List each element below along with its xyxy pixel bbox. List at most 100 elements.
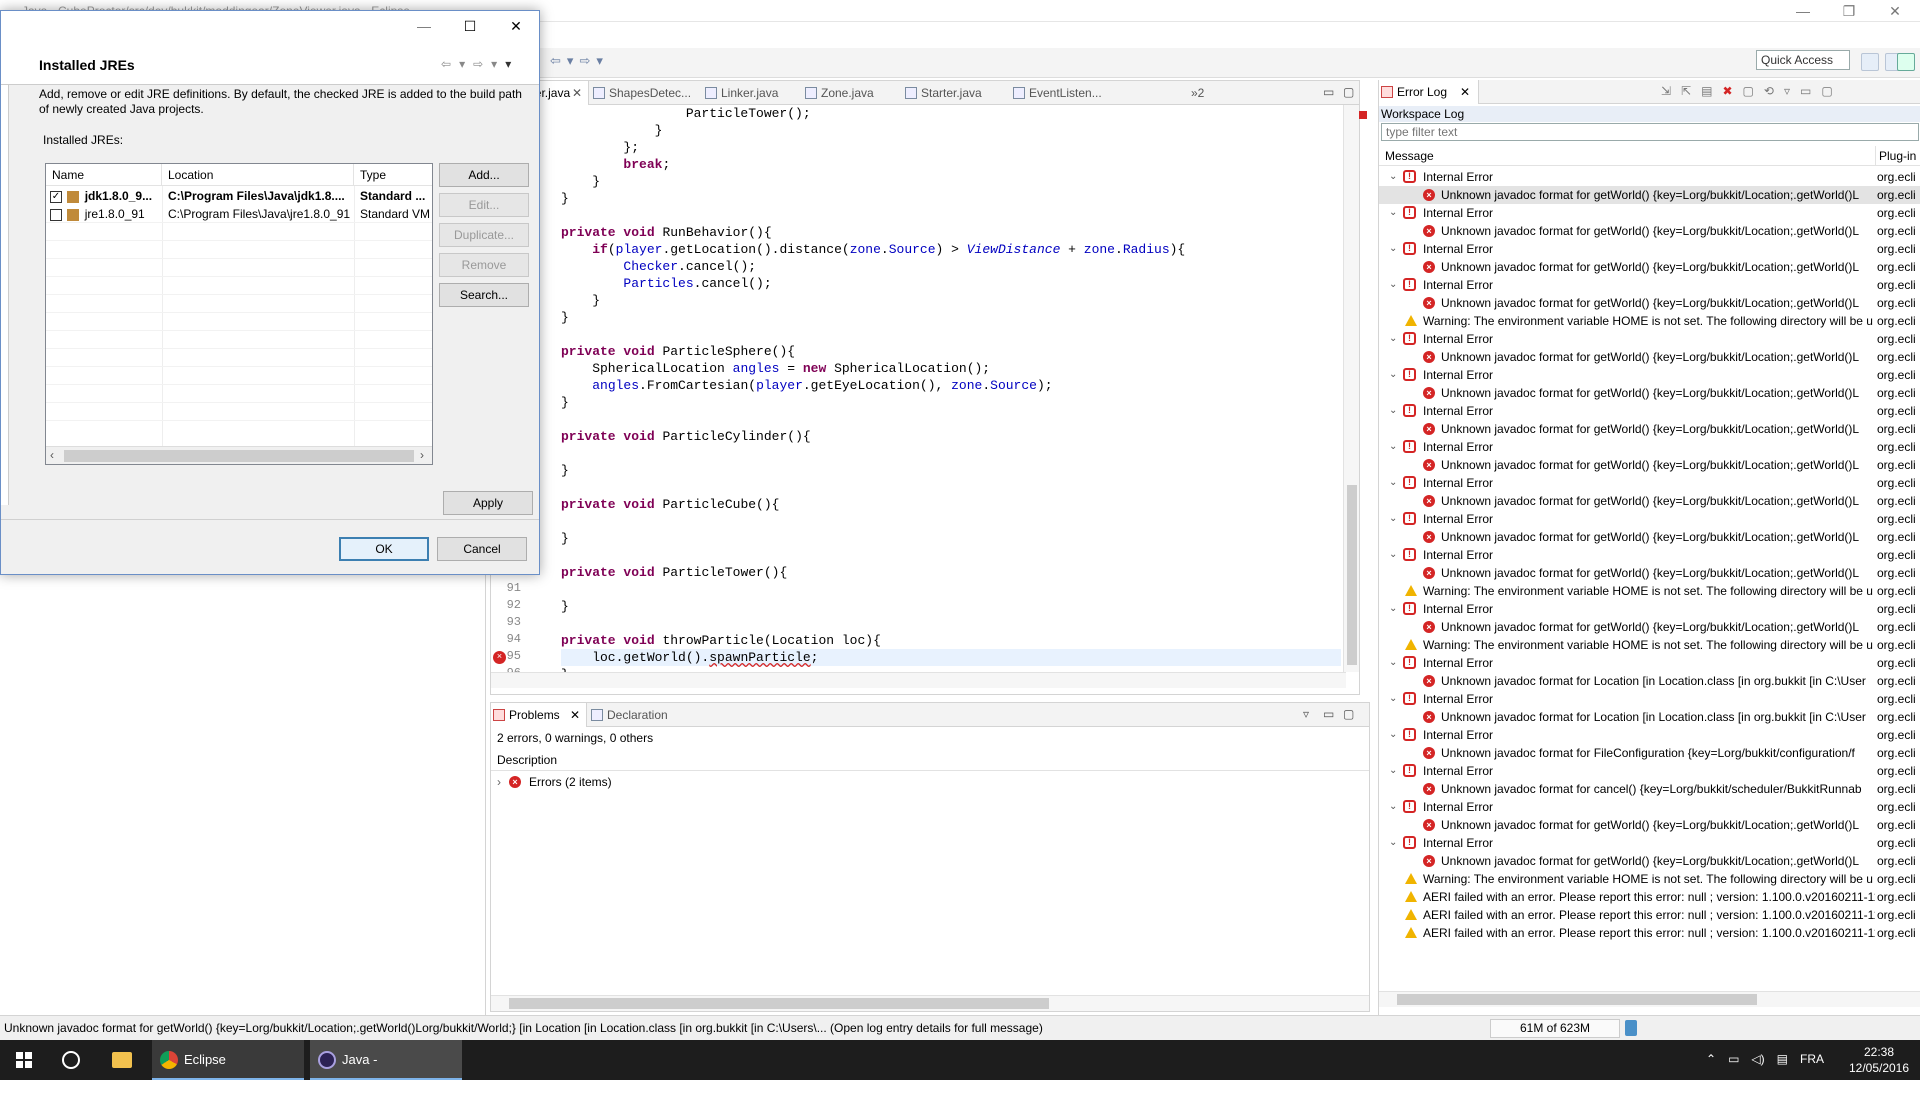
open-log-icon[interactable]: ▢ [1743,84,1754,98]
collapse-icon[interactable]: ⌄ [1389,654,1397,672]
log-entry[interactable]: ⌄! Internal Error org.ecli [1379,474,1920,492]
log-entry[interactable]: ⌄! Internal Error org.ecli [1379,798,1920,816]
message-column-header[interactable]: Message [1385,149,1434,163]
maximize-view-icon[interactable]: ▢ [1821,84,1832,98]
log-entry[interactable]: AERI failed with an error. Please report… [1379,924,1920,942]
quick-access-input[interactable]: Quick Access [1756,50,1850,70]
code-line[interactable]: ParticleTower(); [561,105,811,122]
code-line[interactable]: private void RunBehavior(){ [561,224,772,241]
log-entry[interactable]: Warning: The environment variable HOME i… [1379,636,1920,654]
log-entry[interactable]: × Unknown javadoc format for getWorld() {… [1379,456,1920,474]
close-icon[interactable]: ✕ [1460,80,1470,104]
editor-vertical-scrollbar[interactable] [1343,105,1359,672]
dialog-maximize-button[interactable]: ☐ [447,15,493,37]
collapse-icon[interactable]: ⌄ [1389,276,1397,294]
collapse-icon[interactable]: ⌄ [1389,726,1397,744]
code-line[interactable]: break; [561,156,670,173]
log-entry[interactable]: × Unknown javadoc format for getWorld() {… [1379,618,1920,636]
log-entry[interactable]: × Unknown javadoc format for getWorld() {… [1379,222,1920,240]
location-column-header[interactable]: Location [162,164,354,186]
delete-log-icon[interactable]: ✖ [1722,84,1732,98]
log-entry[interactable]: × Unknown javadoc format for getWorld() {… [1379,258,1920,276]
tab-error-log[interactable]: Error Log ✕ [1379,80,1479,104]
jre-checkbox[interactable] [50,208,62,221]
collapse-icon[interactable]: ⌄ [1389,510,1397,528]
dialog-close-button[interactable]: ✕ [493,15,539,37]
code-line[interactable]: private void throwParticle(Location loc)… [561,632,881,649]
remove-button[interactable]: Remove [439,253,529,277]
log-entry[interactable]: × Unknown javadoc format for getWorld() {… [1379,384,1920,402]
tab-linker[interactable]: Linker.java [703,81,803,105]
collapse-icon[interactable]: ⌄ [1389,690,1397,708]
log-entry[interactable]: × Unknown javadoc format for getWorld() {… [1379,186,1920,204]
log-entry[interactable]: × Unknown javadoc format for cancel() {ke… [1379,780,1920,798]
view-menu-icon[interactable]: ▿ [1303,707,1309,721]
code-line[interactable]: private void ParticleCube(){ [561,496,779,513]
log-entry[interactable]: × Unknown javadoc format for Location [in… [1379,672,1920,690]
import-log-icon[interactable]: ⇱ [1681,84,1691,98]
restore-log-icon[interactable]: ⟲ [1764,84,1774,98]
errors-group-row[interactable]: › × Errors (2 items) [497,775,612,789]
table-row[interactable]: jre1.8.0_91 [50,205,162,223]
minimize-view-icon[interactable]: ▭ [1323,707,1334,721]
log-entry[interactable]: ⌄! Internal Error org.ecli [1379,654,1920,672]
log-entry[interactable]: × Unknown javadoc format for FileConfigur… [1379,744,1920,762]
menu-icon[interactable]: ▾ [505,57,511,71]
dialog-minimize-button[interactable]: — [401,15,447,37]
log-entry[interactable]: × Unknown javadoc format for getWorld() {… [1379,348,1920,366]
code-line[interactable]: loc.getWorld().spawnParticle; [561,649,1341,666]
code-line[interactable]: } [561,309,569,326]
dropdown-icon[interactable]: ▾ [491,57,497,71]
collapse-icon[interactable]: ⌄ [1389,762,1397,780]
forward-icon[interactable]: ⇨ [473,57,483,71]
scroll-right-icon[interactable]: › [420,448,424,462]
log-entry[interactable]: ⌄! Internal Error org.ecli [1379,600,1920,618]
log-entry[interactable]: ⌄! Internal Error org.ecli [1379,690,1920,708]
navigation-arrows[interactable]: ⇦ ▾ ⇨ ▾ [550,53,603,69]
collapse-icon[interactable]: ⌄ [1389,402,1397,420]
collapse-icon[interactable]: ⌄ [1389,438,1397,456]
collapse-icon[interactable]: ⌄ [1389,546,1397,564]
ok-button[interactable]: OK [339,537,429,561]
log-entry[interactable]: ⌄! Internal Error org.ecli [1379,726,1920,744]
minimize-view-icon[interactable]: ▭ [1323,85,1334,99]
scroll-thumb[interactable] [64,450,414,462]
dropdown-icon[interactable]: ▾ [567,53,574,69]
log-entry[interactable]: ⌄! Internal Error org.ecli [1379,240,1920,258]
collapse-icon[interactable]: ⌄ [1389,834,1397,852]
collapse-icon[interactable]: ⌄ [1389,240,1397,258]
code-line[interactable]: } [561,190,569,207]
maximize-view-icon[interactable]: ▢ [1343,707,1354,721]
more-tabs-button[interactable]: »2 [1191,81,1231,105]
scroll-thumb[interactable] [1347,485,1357,665]
log-entry[interactable]: × Unknown javadoc format for getWorld() {… [1379,528,1920,546]
table-row[interactable]: ✓ jdk1.8.0_9... [50,187,162,205]
tab-problems[interactable]: Problems ✕ [491,703,587,727]
code-line[interactable]: private void ParticleCylinder(){ [561,428,811,445]
close-icon[interactable]: ✕ [570,703,580,727]
minimize-button[interactable]: — [1780,0,1826,22]
error-overview-marker[interactable] [1359,111,1367,119]
apply-button[interactable]: Apply [443,491,533,515]
log-entry[interactable]: × Unknown javadoc format for getWorld() {… [1379,816,1920,834]
code-line[interactable]: private void ParticleTower(){ [561,564,787,581]
code-line[interactable]: } [561,173,600,190]
expand-icon[interactable]: › [497,775,501,789]
view-menu-icon[interactable]: ▿ [1784,84,1790,98]
clock[interactable]: 22:38 12/05/2016 [1840,1044,1918,1076]
network-icon[interactable]: ▭ [1728,1052,1739,1066]
log-entry[interactable]: AERI failed with an error. Please report… [1379,888,1920,906]
collapse-icon[interactable]: ⌄ [1389,168,1397,186]
tab-eventlistener[interactable]: EventListen... [1011,81,1131,105]
clear-log-icon[interactable]: ▤ [1701,84,1712,98]
collapse-icon[interactable]: ⌄ [1389,474,1397,492]
code-line[interactable]: } [561,122,663,139]
open-perspective-icon[interactable] [1861,53,1879,71]
plugin-column-header[interactable]: Plug-in [1879,149,1916,163]
scroll-thumb[interactable] [1397,994,1757,1005]
search-button[interactable]: Search... [439,283,529,307]
log-entry[interactable]: ⌄! Internal Error org.ecli [1379,510,1920,528]
taskbar-eclipse-java[interactable]: Java - CubeProctor... [310,1040,462,1107]
log-entry[interactable]: × Unknown javadoc format for getWorld() {… [1379,564,1920,582]
collapse-icon[interactable]: ⌄ [1389,366,1397,384]
